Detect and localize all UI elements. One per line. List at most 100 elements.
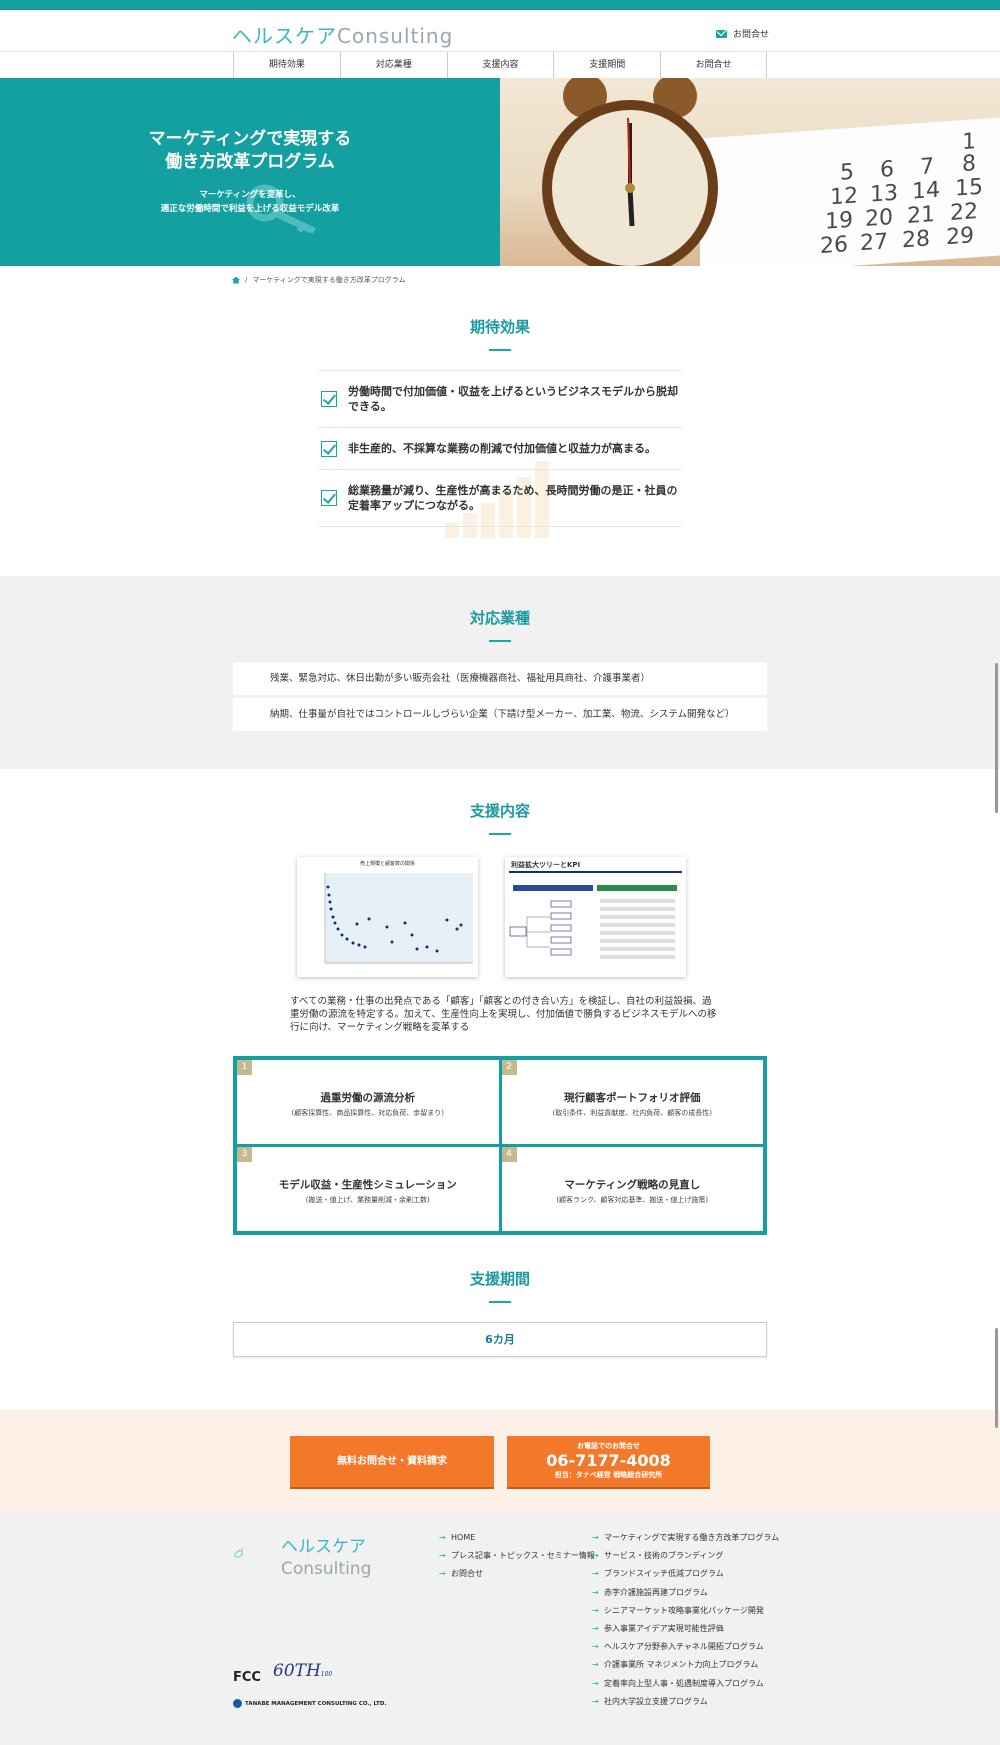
calendar-date: 27 (860, 229, 888, 257)
nav-item-contact[interactable]: お問合せ (660, 52, 767, 78)
support-step: 2 現行顧客ポートフォリオ評価 (取引条件、利益貢献度、社内負荷、顧客の成長性) (501, 1060, 763, 1144)
nav-item-support[interactable]: 支援内容 (446, 52, 554, 78)
step-subtitle: (顧客ランク、顧客対応基準、搬送・値上げ施策) (556, 1196, 709, 1204)
step-title: モデル収益・生産性シミュレーション (278, 1179, 457, 1191)
kpi-tree-graphic (509, 871, 682, 959)
checkbox-icon (321, 391, 337, 407)
home-icon[interactable] (232, 276, 240, 284)
alarm-clock-image (542, 78, 718, 266)
calendar-date: 5 (840, 159, 854, 186)
breadcrumb-separator: / (245, 276, 248, 284)
effects-title-rule (489, 349, 511, 351)
footer-link[interactable]: 定着率向上型人事・処遇制度導入プログラム (592, 1675, 779, 1693)
scrollbar-thumb[interactable] (995, 1328, 998, 1428)
footer-link[interactable]: シニアマーケット攻略事業化パッケージ開発 (592, 1602, 779, 1620)
footer-link[interactable]: サービス・技術のブランディング (592, 1547, 779, 1565)
calendar-date: 6 (880, 156, 894, 183)
period-title: 支援期間 (469, 1270, 530, 1288)
top-accent-bar (0, 0, 1000, 10)
kpi-tree-figure[interactable]: 利益拡大ツリーとKPI (505, 857, 686, 977)
support-step: 3 モデル収益・生産性シミュレーション (搬送・値上げ、業務量削減・余剰工数) (237, 1147, 499, 1231)
company-name: TANABE MANAGEMENT CONSULTING CO., LTD. (233, 1699, 387, 1708)
nav-item-effects[interactable]: 期待効果 (233, 52, 340, 78)
hero-title: マーケティングで実現する 働き方改革プログラム (148, 129, 352, 172)
footer-link[interactable]: お問合せ (439, 1565, 595, 1583)
scatter-plot-graphic (324, 873, 473, 964)
calendar-date: 15 (955, 174, 983, 202)
calendar-date: 22 (950, 199, 978, 227)
effects-title: 期待効果 (469, 318, 530, 336)
scatter-figure[interactable]: 売上規模と顧客数の関係 (297, 857, 478, 977)
header-contact-link[interactable]: お問合せ (716, 27, 769, 40)
calendar-date: 19 (825, 207, 853, 235)
step-number: 4 (501, 1147, 517, 1162)
support-step: 4 マーケティング戦略の見直し (顧客ランク、顧客対応基準、搬送・値上げ施策) (501, 1147, 763, 1231)
industry-item: 残業、緊急対応、休日出勤が多い販売会社（医療機器商社、福祉用具商社、介護事業者） (233, 662, 767, 695)
industries-title: 対応業種 (469, 609, 530, 627)
breadcrumb: / マーケティングで実現する働き方改革プログラム (232, 275, 406, 285)
effect-item: 労働時間で付加価値・収益を上げるというビジネスモデルから脱却できる。 (318, 370, 682, 427)
support-title-rule (489, 833, 511, 835)
step-number: 1 (237, 1060, 252, 1075)
calendar-date: 13 (870, 180, 898, 208)
header-contact-label: お問合せ (733, 30, 770, 40)
hero-banner: マーケティングで実現する 働き方改革プログラム マーケティングを変革し、 適正な… (0, 78, 1000, 266)
calendar-date: 28 (902, 226, 930, 254)
support-steps-grid: 1 過重労働の源流分析 (顧客採算性、商品採算性、対応負荷、歩留まり) 2 現行… (233, 1056, 767, 1235)
step-number: 3 (237, 1147, 252, 1162)
step-title: 現行顧客ポートフォリオ評価 (564, 1092, 701, 1104)
hero-text-panel: マーケティングで実現する 働き方改革プログラム マーケティングを変革し、 適正な… (0, 78, 500, 266)
global-nav: 期待効果 対応業種 支援内容 支援期間 お問合せ (233, 52, 767, 78)
calendar-image: 1 5 6 7 8 12 13 14 15 19 20 21 22 26 27 28 29 (700, 117, 1000, 266)
scrollbar-thumb[interactable] (995, 663, 998, 813)
fcc-logo: FCC (233, 1670, 261, 1685)
calendar-date: 14 (912, 177, 940, 205)
nav-item-industries[interactable]: 対応業種 (339, 52, 447, 78)
calendar-date: 7 (920, 154, 934, 181)
hero-subtitle: マーケティングを変革し、 適正な労働時間で利益を上げる収益モデル改革 (160, 190, 340, 214)
step-subtitle: (搬送・値上げ、業務量削減・余剰工数) (305, 1196, 430, 1204)
calendar-date: 8 (962, 151, 976, 178)
effect-item: 非生産的、不採算な業務の削減で付加価値と収益力が高まる。 (318, 427, 682, 469)
free-inquiry-button[interactable]: 無料お問合せ・資料請求 (290, 1436, 494, 1487)
period-title-rule (489, 1301, 511, 1303)
step-title: マーケティング戦略の見直し (564, 1179, 701, 1191)
footer-logo-mark-icon[interactable] (233, 1535, 279, 1575)
footer-link[interactable]: 介護事業所 マネジメント力向上プログラム (592, 1656, 779, 1674)
effect-item: 総業務量が減り、生産性が高まるため、長時間労働の是正・社員の定着率アップにつなが… (318, 469, 682, 527)
phone-note: 担当：タナベ経営 戦略総合研究所 (554, 1471, 663, 1479)
footer-link[interactable]: HOME (439, 1529, 595, 1547)
footer-link[interactable]: ブランドスイッチ低減プログラム (592, 1565, 779, 1583)
site-header: ヘルスケアConsulting お問合せ (0, 10, 1000, 52)
support-title: 支援内容 (469, 802, 530, 820)
footer-logo-text[interactable]: ヘルスケア Consulting (281, 1536, 371, 1580)
industry-item: 納期、仕事量が自社ではコントロールしづらい企業（下請け型メーカー、加工業、物流、… (233, 698, 767, 731)
footer-links-programs: マーケティングで実現する働き方改革プログラム サービス・技術のブランディング ブ… (592, 1529, 779, 1711)
footer-link[interactable]: 赤字介護施設再建プログラム (592, 1584, 779, 1602)
footer-link[interactable]: マーケティングで実現する働き方改革プログラム (592, 1529, 779, 1547)
support-figures: 売上規模と顧客数の関係 利益拡大ツリーとKPI (297, 857, 686, 977)
support-step: 1 過重労働の源流分析 (顧客採算性、商品採算性、対応負荷、歩留まり) (237, 1060, 499, 1144)
step-number: 2 (501, 1060, 517, 1075)
step-title: 過重労働の源流分析 (320, 1092, 416, 1104)
checkbox-icon (321, 440, 337, 457)
industries-title-rule (489, 640, 511, 642)
phone-inquiry-button[interactable]: お電話でのお問合せ 06-7177-4008 担当：タナベ経営 戦略総合研究所 (507, 1436, 710, 1487)
mail-icon (716, 29, 727, 38)
site-logo[interactable]: ヘルスケアConsulting (232, 20, 453, 49)
support-description: すべての業務・仕事の出発点である「顧客」「顧客との付き合い方」を検証し、自社の利… (290, 996, 717, 1033)
nav-item-period[interactable]: 支援期間 (553, 52, 660, 78)
footer-link[interactable]: 社内大学設立支援プログラム (592, 1693, 779, 1711)
calendar-date: 29 (946, 223, 974, 251)
calendar-date: 21 (907, 202, 935, 230)
period-value: 6カ月 (233, 1322, 767, 1357)
footer-link[interactable]: ヘルスケア分野参入チャネル開拓プログラム (592, 1638, 779, 1656)
calendar-date: 12 (830, 183, 858, 211)
calendar-date: 26 (820, 232, 848, 260)
hero-photo: 1 5 6 7 8 12 13 14 15 19 20 21 22 26 27 28 29 (500, 78, 1000, 266)
footer-link[interactable]: プレス記事・トピックス・セミナー情報 (439, 1547, 595, 1565)
breadcrumb-current: マーケティングで実現する働き方改革プログラム (252, 276, 406, 284)
footer-links-main: HOME プレス記事・トピックス・セミナー情報 お問合せ (439, 1529, 595, 1584)
footer-link[interactable]: 参入事業アイデア実現可能性評価 (592, 1620, 779, 1638)
step-subtitle: (取引条件、利益貢献度、社内負荷、顧客の成長性) (552, 1109, 712, 1117)
